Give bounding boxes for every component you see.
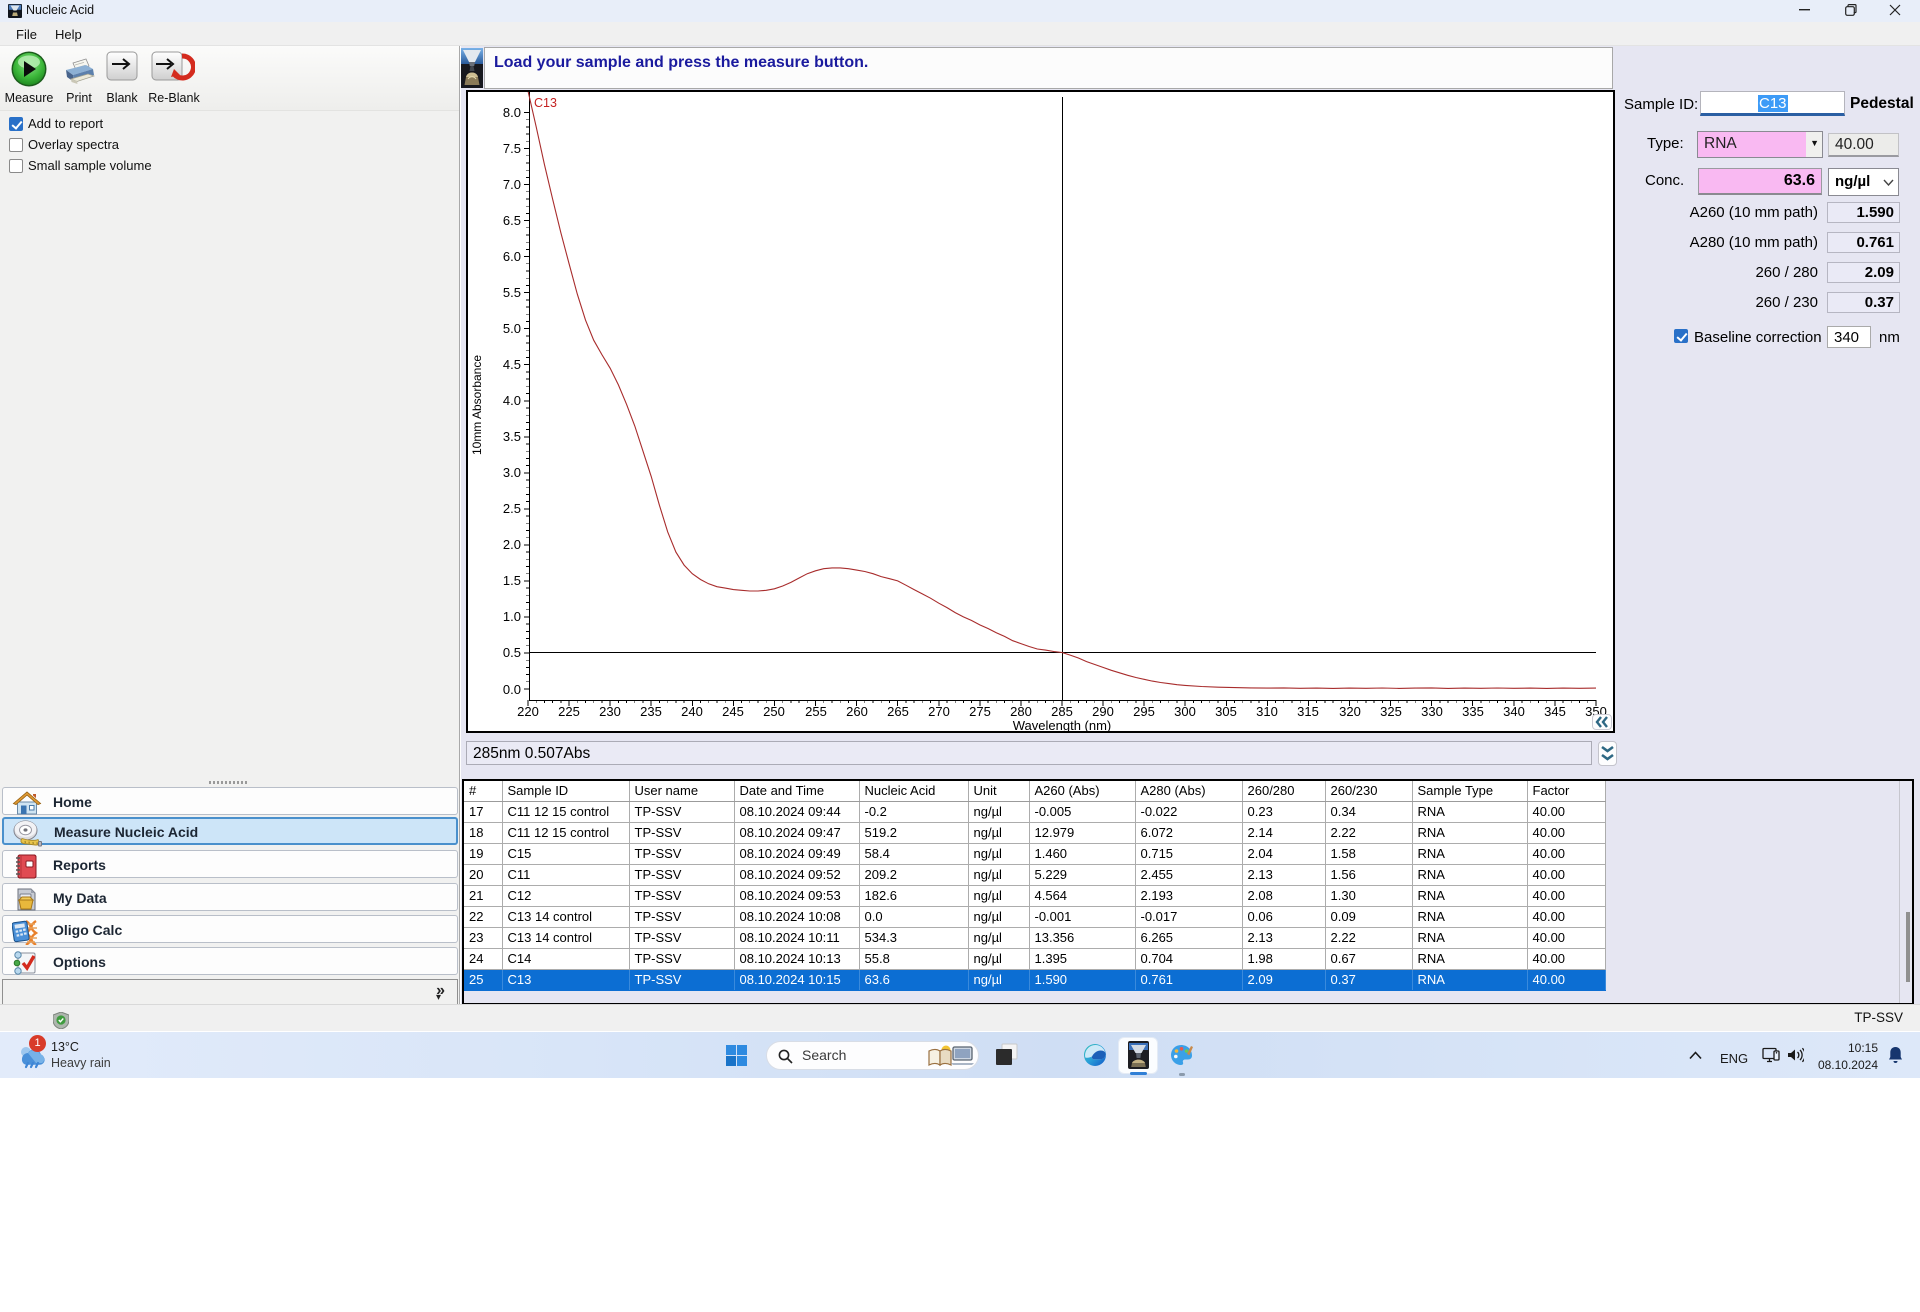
svg-text:220: 220 (517, 704, 539, 719)
svg-text:7.0: 7.0 (503, 177, 521, 192)
svg-text:8.0: 8.0 (503, 105, 521, 120)
svg-text:330: 330 (1421, 704, 1443, 719)
svg-text:315: 315 (1297, 704, 1319, 719)
svg-text:280: 280 (1010, 704, 1032, 719)
svg-text:250: 250 (763, 704, 785, 719)
svg-text:2.5: 2.5 (503, 501, 521, 516)
svg-text:265: 265 (887, 704, 909, 719)
svg-text:1.0: 1.0 (503, 609, 521, 624)
svg-text:285: 285 (1051, 704, 1073, 719)
svg-text:305: 305 (1215, 704, 1237, 719)
svg-text:1.5: 1.5 (503, 573, 521, 588)
svg-text:225: 225 (558, 704, 580, 719)
svg-text:2.0: 2.0 (503, 537, 521, 552)
svg-text:4.5: 4.5 (503, 357, 521, 372)
svg-text:320: 320 (1339, 704, 1361, 719)
svg-text:325: 325 (1380, 704, 1402, 719)
svg-text:335: 335 (1462, 704, 1484, 719)
svg-text:6.0: 6.0 (503, 249, 521, 264)
svg-text:5.5: 5.5 (503, 285, 521, 300)
svg-text:245: 245 (722, 704, 744, 719)
svg-text:340: 340 (1503, 704, 1525, 719)
svg-text:3.5: 3.5 (503, 429, 521, 444)
svg-text:0.0: 0.0 (503, 682, 521, 697)
svg-text:10mm Absorbance: 10mm Absorbance (470, 355, 484, 455)
svg-text:4.0: 4.0 (503, 393, 521, 408)
svg-text:0.5: 0.5 (503, 645, 521, 660)
svg-text:6.5: 6.5 (503, 213, 521, 228)
svg-text:235: 235 (640, 704, 662, 719)
svg-text:260: 260 (846, 704, 868, 719)
svg-text:310: 310 (1256, 704, 1278, 719)
svg-text:255: 255 (805, 704, 827, 719)
svg-text:275: 275 (969, 704, 991, 719)
svg-text:7.5: 7.5 (503, 141, 521, 156)
svg-text:270: 270 (928, 704, 950, 719)
svg-text:230: 230 (599, 704, 621, 719)
svg-text:Wavelength (nm): Wavelength (nm) (1013, 718, 1112, 731)
svg-text:295: 295 (1133, 704, 1155, 719)
svg-text:240: 240 (681, 704, 703, 719)
svg-text:5.0: 5.0 (503, 321, 521, 336)
svg-text:300: 300 (1174, 704, 1196, 719)
svg-text:345: 345 (1544, 704, 1566, 719)
svg-text:3.0: 3.0 (503, 465, 521, 480)
svg-text:290: 290 (1092, 704, 1114, 719)
svg-text:C13: C13 (534, 96, 557, 110)
